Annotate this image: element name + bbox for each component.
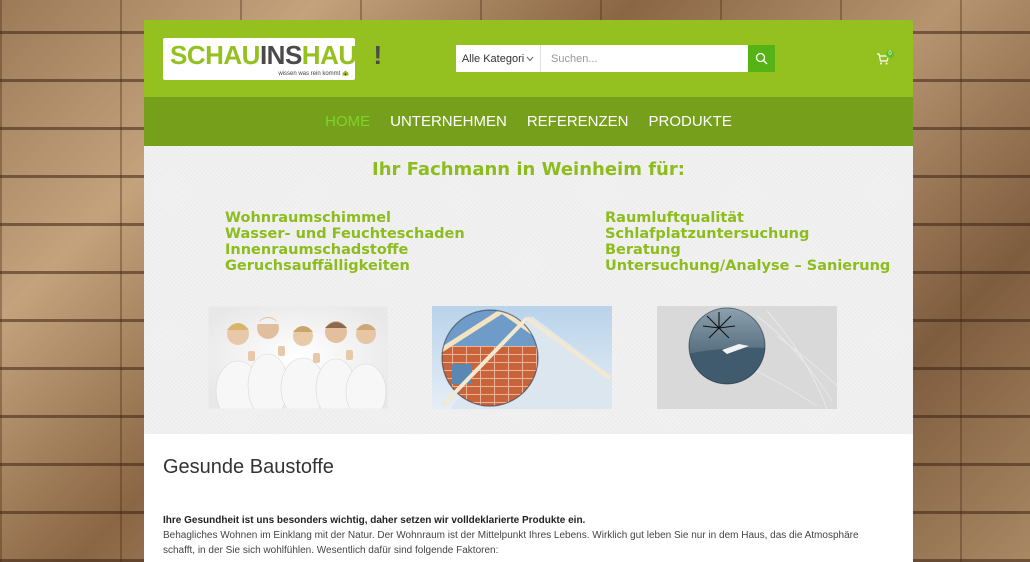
section-title: Gesunde Baustoffe (163, 456, 334, 478)
top-bar: SCHAUINSHAUS! wissen was rein kommt Alle… (144, 20, 913, 97)
page-wrapper: SCHAUINSHAUS! wissen was rein kommt Alle… (144, 20, 913, 562)
logo[interactable]: SCHAUINSHAUS! wissen was rein kommt (163, 38, 382, 80)
house-icon (342, 70, 349, 76)
logo-part-haus: HAUS (301, 40, 374, 70)
construction-photo (432, 306, 612, 409)
category-select[interactable]: Alle Kategori (456, 45, 541, 72)
service-item: Untersuchung/Analyse – Sanierung (605, 258, 891, 274)
search-input[interactable] (541, 45, 748, 72)
hero-title: Ihr Fachmann in Weinheim für: (372, 159, 685, 180)
logo-tagline-text: wissen was rein kommt (278, 71, 341, 77)
service-item: Geruchsauffälligkeiten (225, 258, 410, 274)
chimney-cleaning-photo (657, 306, 837, 409)
logo-part-ins: INS (259, 40, 302, 70)
main-nav: HOME UNTERNEHMEN REFERENZEN PRODUKTE (144, 97, 913, 146)
service-item: Innenraumschadstoffe (225, 242, 409, 258)
nav-item-home[interactable]: HOME (315, 113, 380, 130)
lead-paragraph: Ihre Gesundheit ist uns besonders wichti… (163, 515, 586, 526)
service-item: Wasser- und Feuchteschaden (225, 226, 465, 242)
service-item: Wohnraumschimmel (225, 210, 391, 226)
main-content: Gesunde Baustoffe Ihre Gesundheit ist un… (144, 456, 913, 558)
search-icon (755, 52, 768, 65)
nav-item-referenzen[interactable]: REFERENZEN (517, 113, 639, 130)
chevron-down-icon (526, 54, 534, 64)
hero-banner: Ihr Fachmann in Weinheim für: Wohnraumsc… (144, 146, 913, 434)
search-bar: Alle Kategori (456, 45, 775, 72)
logo-wordmark: SCHAUINSHAUS! (170, 40, 382, 70)
logo-tagline: wissen was rein kommt (278, 70, 349, 77)
nav-item-produkte[interactable]: PRODUKTE (639, 113, 742, 130)
services-list-right: Raumluftqualität Schlafplatzuntersuchung… (605, 210, 890, 274)
logo-part-schau: SCHAU (170, 40, 260, 70)
service-item: Beratung (605, 242, 681, 258)
service-item: Raumluftqualität (605, 210, 744, 226)
cart-count-badge: 0 (886, 50, 894, 58)
nav-item-unternehmen[interactable]: UNTERNEHMEN (380, 113, 517, 130)
family-photo (208, 306, 388, 409)
body-paragraph: Behagliches Wohnen im Einklang mit der N… (163, 530, 859, 556)
service-item: Schlafplatzuntersuchung (605, 226, 810, 242)
search-button[interactable] (748, 45, 775, 72)
services-list-left: Wohnraumschimmel Wasser- und Feuchtescha… (225, 210, 465, 274)
logo-part-exclamation: ! (373, 40, 382, 70)
category-select-label: Alle Kategori (461, 52, 525, 65)
